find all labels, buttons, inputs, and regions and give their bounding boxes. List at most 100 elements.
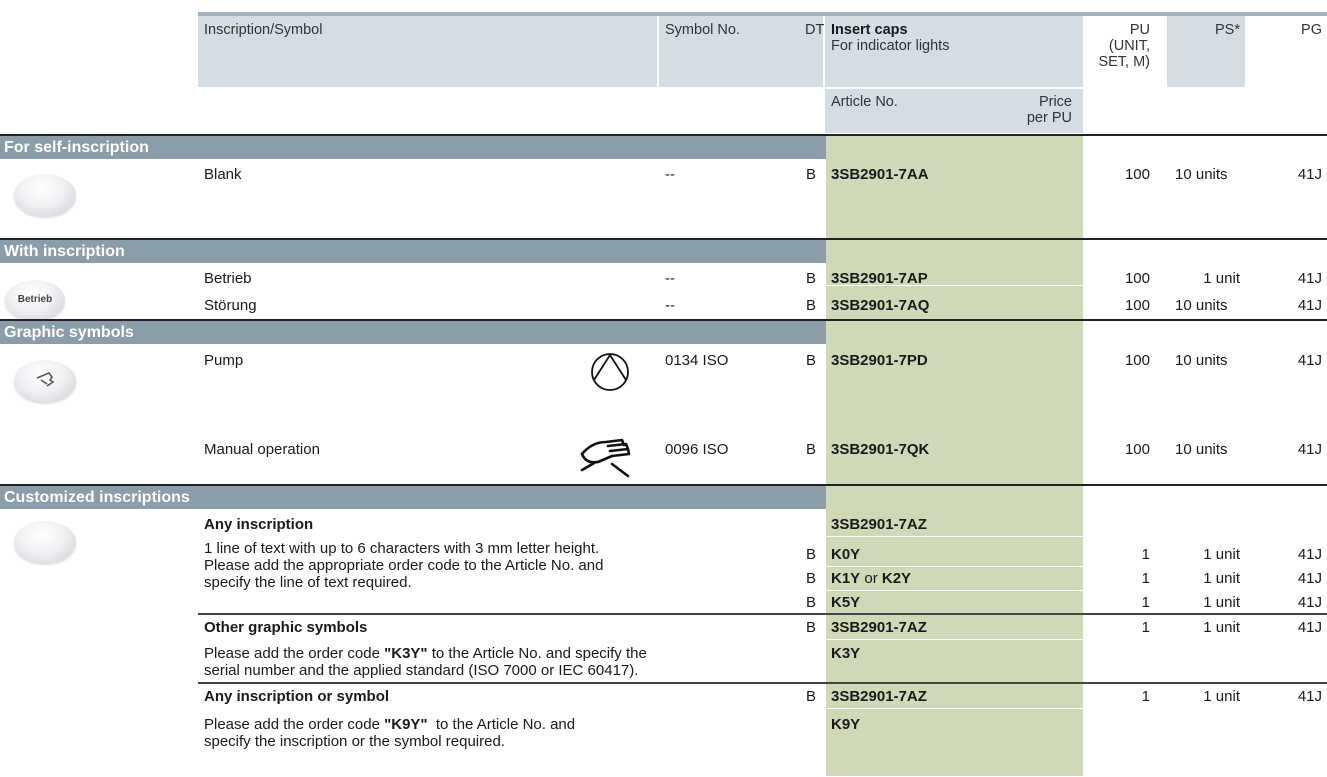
row-pu: 100 (1124, 270, 1150, 287)
row-desc: Pump (204, 352, 244, 369)
header-symbol-no: Symbol No. (665, 22, 740, 38)
section-self-inscription: For self-inscription (0, 136, 826, 159)
row-article: 3SB2901-7QK (831, 441, 930, 458)
row-pg: 41J (1297, 352, 1322, 369)
header-pg: PG (1301, 22, 1322, 38)
article-column-bg (826, 136, 1083, 238)
row-article: 3SB2901-7AA (831, 166, 929, 183)
any-inscription-title: Any inscription (204, 516, 314, 533)
other-dt: B (806, 619, 817, 636)
opt-ps: 1 unit (1203, 546, 1240, 563)
sym-code: K9Y (831, 716, 861, 733)
row-pg: 41J (1297, 270, 1322, 287)
row-symbol-no: 0096 ISO (665, 441, 729, 458)
opt-ps: 1 unit (1203, 594, 1240, 611)
row-pg: 41J (1297, 166, 1322, 183)
row-ps: 10 units (1175, 352, 1228, 369)
opt-pu: 1 (1141, 546, 1150, 563)
row-desc: Manual operation (204, 441, 320, 458)
row-symbol-no: -- (665, 297, 675, 314)
other-graphic-text: serial number and the applied standard (… (204, 662, 639, 679)
hand-cap-image (14, 360, 76, 402)
header-pu-1: PU (1129, 22, 1150, 38)
opt-code: K0Y (831, 546, 861, 563)
opt-code: K1Y or K2Y (831, 570, 912, 587)
row-dt: B (806, 297, 817, 314)
other-code: K3Y (831, 645, 861, 662)
row-separator (198, 639, 1327, 640)
blank-cap-image (14, 174, 76, 216)
row-desc: Blank (204, 166, 242, 183)
other-pu: 1 (1141, 619, 1150, 636)
section-graphic-symbols: Graphic symbols (0, 321, 826, 344)
other-ps: 1 unit (1203, 619, 1240, 636)
opt-pg: 41J (1297, 570, 1322, 587)
opt-pg: 41J (1297, 594, 1322, 611)
row-ps: 1 unit (1203, 270, 1240, 287)
row-desc: Betrieb (204, 270, 252, 287)
any-inscription-text: specify the line of text required. (204, 574, 412, 591)
row-ps: 10 units (1175, 441, 1228, 458)
sym-dt: B (806, 688, 817, 705)
opt-pu: 1 (1141, 570, 1150, 587)
sym-article: 3SB2901-7AZ (831, 688, 927, 705)
any-symbol-text: specify the inscription or the symbol re… (204, 733, 505, 750)
opt-pg: 41J (1297, 546, 1322, 563)
section-customized-inscriptions: Customized inscriptions (0, 486, 826, 509)
header-price-1: Price (1038, 94, 1072, 110)
cap-label: Betrieb (17, 294, 53, 305)
row-symbol-no: -- (665, 270, 675, 287)
row-dt: B (806, 270, 817, 287)
header-inscription: Inscription/Symbol (204, 22, 323, 38)
row-dt: B (806, 166, 817, 183)
row-separator (198, 613, 1327, 615)
other-graphic-text: Please add the order code "K3Y" to the A… (204, 645, 647, 662)
any-inscription-text: Please add the appropriate order code to… (204, 557, 604, 574)
header-for-indicator: For indicator lights (831, 38, 950, 54)
opt-ps: 1 unit (1203, 570, 1240, 587)
opt-pu: 1 (1141, 594, 1150, 611)
sym-ps: 1 unit (1203, 688, 1240, 705)
row-article: 3SB2901-7AP (831, 270, 928, 287)
row-pu: 100 (1124, 297, 1150, 314)
row-pu: 100 (1124, 166, 1150, 183)
manual-operation-icon (36, 372, 55, 387)
row-separator (198, 536, 1327, 537)
row-pu: 100 (1124, 441, 1150, 458)
sym-pg: 41J (1297, 688, 1322, 705)
other-article: 3SB2901-7AZ (831, 619, 927, 636)
row-article: 3SB2901-7PD (831, 352, 928, 369)
row-article: 3SB2901-7AQ (831, 297, 930, 314)
row-symbol-no: 0134 ISO (665, 352, 729, 369)
header-pu-2: (UNIT, (1108, 38, 1150, 54)
row-pg: 41J (1297, 297, 1322, 314)
any-symbol-title: Any inscription or symbol (204, 688, 390, 705)
any-inscription-article: 3SB2901-7AZ (831, 516, 927, 533)
header-price-2: per PU (1026, 110, 1072, 126)
opt-dt: B (806, 546, 817, 563)
row-desc: Störung (204, 297, 257, 314)
header-pu-3: SET, M) (1098, 54, 1150, 70)
section-with-inscription: With inscription (0, 240, 826, 263)
row-separator (198, 682, 1327, 684)
any-inscription-text: 1 line of text with up to 6 characters w… (204, 540, 600, 557)
row-ps: 10 units (1175, 297, 1228, 314)
row-separator (198, 708, 1327, 709)
opt-dt: B (806, 594, 817, 611)
other-pg: 41J (1297, 619, 1322, 636)
betrieb-cap-image: Betrieb (5, 280, 65, 320)
header-dt: DT (805, 22, 825, 38)
custom-cap-image (14, 521, 76, 563)
header-insert-caps: Insert caps (831, 22, 908, 38)
row-dt: B (806, 441, 817, 458)
pump-symbol-icon (591, 353, 629, 391)
row-pg: 41J (1297, 441, 1322, 458)
row-ps: 10 units (1175, 166, 1228, 183)
sym-pu: 1 (1141, 688, 1150, 705)
row-separator (826, 566, 1327, 567)
other-graphic-title: Other graphic symbols (204, 619, 368, 636)
opt-dt: B (806, 570, 817, 587)
header-ps: PS* (1215, 22, 1240, 38)
opt-code: K5Y (831, 594, 861, 611)
any-symbol-text: Please add the order code "K9Y" to the A… (204, 716, 576, 733)
